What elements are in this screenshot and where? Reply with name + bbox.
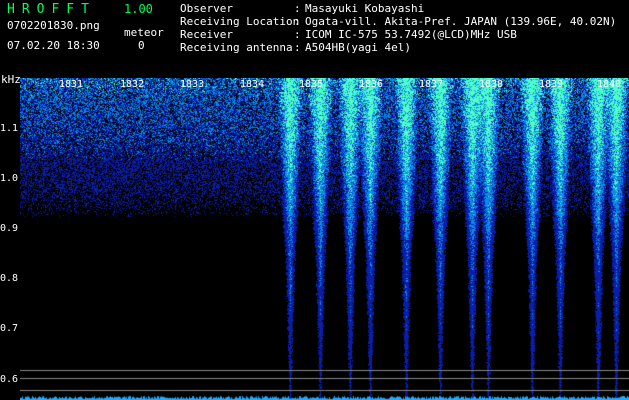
x-tick-label: 1838 [479,79,504,90]
x-tick-label: 1833 [180,79,205,90]
app-version: 1.00 [124,2,153,16]
y-tick-label: 0.6 [0,374,19,385]
y-tick-label: 1.0 [0,173,19,184]
observer-colon: : [294,2,301,15]
datetime: 07.02.20 18:30 [7,39,100,52]
spectrogram-canvas [20,78,629,400]
receiver-label: Receiver [180,28,233,41]
x-tick-label: 1831 [59,79,84,90]
meteor-label: meteor [124,26,164,39]
meteor-count: 0 [138,39,145,52]
x-tick-label: 1837 [419,79,444,90]
antenna-label: Receiving antenna [180,41,293,54]
y-tick-label: 0.9 [0,223,19,234]
file-name: 0702201830.png [7,19,100,32]
x-tick-label: 1840 [597,79,622,90]
x-tick-label: 1836 [359,79,384,90]
spectrogram-area [20,78,629,400]
receiver-colon: : [294,28,301,41]
observer-label: Observer [180,2,233,15]
receiver-value: ICOM IC-575 53.7492(@LCD)MHz USB [305,28,517,41]
app-title: HROFFT [7,2,96,17]
location-colon: : [294,15,301,28]
location-label: Receiving Location [180,15,300,28]
antenna-value: A504HB(yagi 4el) [305,41,411,54]
y-axis-unit: kHz [1,73,21,86]
location-value: Ogata-vill. Akita-Pref. JAPAN (139.96E, … [305,15,617,28]
x-tick-label: 1835 [299,79,324,90]
y-tick-label: 0.8 [0,273,19,284]
header-panel: HROFFT 1.00 0702201830.png meteor 07.02.… [0,0,629,78]
antenna-colon: : [294,41,301,54]
observer-value: Masayuki Kobayashi [305,2,425,15]
x-tick-label: 1834 [240,79,265,90]
y-tick-label: 1.1 [0,123,19,134]
x-tick-label: 1839 [539,79,564,90]
y-tick-label: 0.7 [0,323,19,334]
x-tick-label: 1832 [120,79,145,90]
